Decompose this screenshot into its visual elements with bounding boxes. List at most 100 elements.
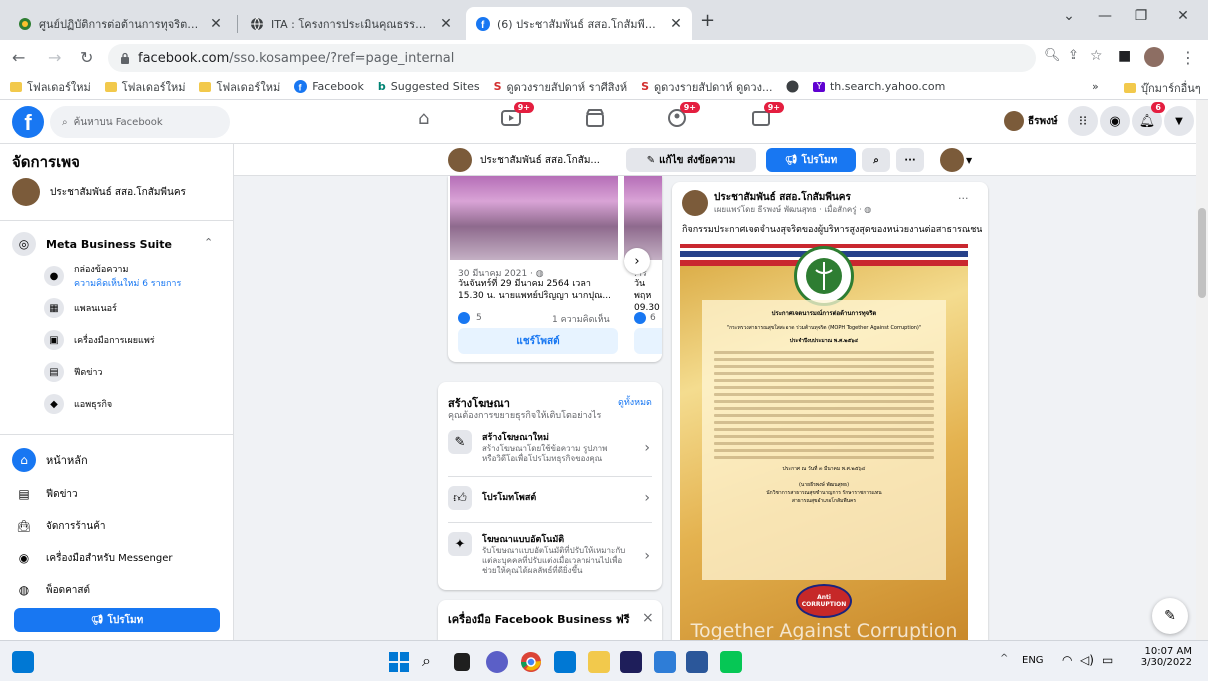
- page-search-button[interactable]: ⌕: [862, 148, 890, 172]
- url-input[interactable]: facebook.com/sso.kosampee/?ref=page_inte…: [108, 44, 1036, 72]
- zoom-icon[interactable]: 🔍︎: [1044, 48, 1061, 63]
- chevron-up-icon[interactable]: ⌃: [204, 236, 213, 249]
- back-arrow-icon[interactable]: ←: [12, 48, 25, 67]
- window-close-icon[interactable]: ✕: [1168, 8, 1198, 24]
- boost-post-item[interactable]: 👍︎ โปรโมทโพสต์: [448, 486, 656, 510]
- facebook-logo-icon[interactable]: f: [12, 106, 44, 138]
- bookmark-star-icon[interactable]: ☆: [1090, 48, 1103, 64]
- photo-post-card[interactable]: 30 มีนาคม 2021 · ◍ วันจันทร์ที่ 29 มีนาค…: [448, 176, 662, 362]
- close-icon[interactable]: ✕: [438, 16, 454, 32]
- sidebar-item-podcasts[interactable]: ◍ พ็อดคาสต์: [12, 578, 90, 602]
- watch-icon[interactable]: 9+: [500, 102, 534, 136]
- line-app-icon[interactable]: [720, 651, 742, 673]
- share-icon[interactable]: ⇪: [1068, 48, 1079, 63]
- restore-icon[interactable]: ❐: [1126, 8, 1156, 24]
- profile-avatar[interactable]: [1144, 47, 1164, 67]
- notepad-icon[interactable]: [654, 651, 676, 673]
- sidebar-promote-button[interactable]: 📢︎ โปรโมท: [14, 608, 220, 632]
- volume-icon[interactable]: ◁): [1080, 653, 1094, 667]
- messenger-icon[interactable]: ◉: [1100, 106, 1130, 136]
- browser-tab-2[interactable]: ITA : โครงการประเมินคุณธรรมและความ ✕: [240, 7, 462, 40]
- new-tab-button[interactable]: +: [700, 10, 715, 31]
- page-scrollbar[interactable]: [1196, 100, 1208, 640]
- menu-grid-icon[interactable]: ⁝⁝: [1068, 106, 1098, 136]
- bookmark-horoscope-1[interactable]: S ดูดวงรายสัปดาห์ ราศีสิงห์: [494, 78, 627, 96]
- notifications-bell-icon[interactable]: 🔔︎ 6: [1132, 102, 1165, 136]
- scrollbar-thumb[interactable]: [1198, 208, 1206, 298]
- battery-icon[interactable]: ▭: [1102, 653, 1113, 667]
- announcement-image[interactable]: ประกาศเจตนารมณ์การต่อต้านการทุจริต "กระท…: [680, 244, 968, 640]
- new-message-compose-icon[interactable]: ✎: [1152, 598, 1188, 634]
- close-icon[interactable]: ✕: [668, 16, 684, 32]
- marketplace-icon[interactable]: [584, 108, 614, 136]
- facebook-search-input[interactable]: ⌕ ค้นหาบน Facebook: [50, 106, 230, 138]
- gaming-icon[interactable]: 9+: [750, 102, 784, 136]
- tray-overflow-icon[interactable]: ^: [1000, 653, 1008, 664]
- search-icon[interactable]: ⌕: [422, 651, 444, 673]
- sidebar-item-business-apps[interactable]: ◆ แอพธุรกิจ: [44, 394, 112, 414]
- kebab-menu-icon[interactable]: ⋮: [1180, 48, 1196, 67]
- see-all-link[interactable]: ดูทั้งหมด: [618, 395, 652, 409]
- wifi-icon[interactable]: ◠: [1062, 653, 1072, 667]
- sidebar-item-planner[interactable]: ▦ แพลนเนอร์: [44, 298, 117, 318]
- sidebar-item-feed[interactable]: ▤ ฟีดข่าว: [12, 482, 77, 506]
- bookmark-suggested-sites[interactable]: b Suggested Sites: [378, 80, 480, 93]
- groups-icon[interactable]: 9+: [666, 102, 700, 136]
- task-view-icon[interactable]: [454, 653, 470, 671]
- sidebar-item-meta-business-suite[interactable]: ◎ Meta Business Suite: [12, 232, 172, 256]
- switch-profile-button[interactable]: ▼: [940, 148, 972, 172]
- close-icon[interactable]: ✕: [208, 16, 224, 32]
- bookmarks-overflow-button[interactable]: »: [1092, 80, 1099, 93]
- browser-tab-1[interactable]: ศูนย์ปฏิบัติการต่อต้านการทุจริต กระทรวง …: [8, 7, 232, 40]
- sidebar-item-publishing-tools[interactable]: ▣ เครื่องมือการเผยแพร่: [44, 330, 155, 350]
- mail-icon[interactable]: [554, 651, 576, 673]
- word-icon[interactable]: [686, 651, 708, 673]
- carousel-next-arrow-icon[interactable]: ›: [624, 248, 650, 274]
- bookmark-folder-3[interactable]: โฟลเดอร์ใหม่: [199, 78, 280, 96]
- reaction-count[interactable]: 5: [458, 312, 482, 324]
- sidebar-item-home[interactable]: ⌂ หน้าหลัก: [12, 448, 88, 472]
- automated-ads-item[interactable]: ✦ โฆษณาแบบอัตโนมัติ รับโฆษณาแบบอัตโนมัติท…: [448, 532, 656, 576]
- sidebar-item-shop[interactable]: 👜︎ จัดการร้านค้า: [12, 514, 105, 538]
- sidebar-page-link[interactable]: ประชาสัมพันธ์ สสอ.โกสัมพีนคร: [12, 178, 186, 206]
- tab-search-chevron-icon[interactable]: ⌄: [1054, 8, 1084, 24]
- other-bookmarks[interactable]: บุ๊กมาร์กอื่นๆ: [1124, 79, 1201, 97]
- page-identity[interactable]: ประชาสัมพันธ์ สสอ.โกสัม...: [448, 148, 600, 172]
- minimize-icon[interactable]: —: [1090, 8, 1120, 24]
- forward-arrow-icon[interactable]: →: [48, 48, 61, 67]
- bookmark-yahoo[interactable]: Yth.search.yahoo.com: [813, 80, 945, 93]
- account-chevron-icon[interactable]: ▼: [1164, 106, 1194, 136]
- bookmark-facebook[interactable]: f Facebook: [294, 80, 364, 93]
- file-explorer-icon[interactable]: [588, 651, 610, 673]
- reload-icon[interactable]: ↻: [80, 48, 93, 67]
- profile-shortcut[interactable]: ธีรพงษ์: [1004, 111, 1058, 131]
- sidebar-item-messenger-tools[interactable]: ◉ เครื่องมือสำหรับ Messenger: [12, 546, 173, 570]
- bookmark-folder-2[interactable]: โฟลเดอร์ใหม่: [104, 78, 185, 96]
- chrome-icon[interactable]: [520, 651, 542, 673]
- more-options-button[interactable]: ···: [896, 148, 924, 172]
- sidebar-item-news-feed[interactable]: ▤ ฟีดข่าว: [44, 362, 102, 382]
- widgets-icon[interactable]: [12, 651, 34, 673]
- browser-tab-3-active[interactable]: f (6) ประชาสัมพันธ์ สสอ.โกสัมพีนคร | F ✕: [466, 7, 692, 40]
- sidepanel-icon[interactable]: ■: [1118, 48, 1131, 64]
- app-icon[interactable]: [620, 651, 642, 673]
- create-new-ad-item[interactable]: ✎ สร้างโฆษณาใหม่ สร้างโฆษณาโดยใช้ข้อความ …: [448, 430, 656, 464]
- post-options-button[interactable]: ···: [958, 192, 969, 205]
- share-post-button[interactable]: แชร์โพสต์: [458, 328, 618, 354]
- peek-share-button[interactable]: [634, 328, 662, 354]
- bookmark-globe[interactable]: [786, 80, 799, 93]
- input-language[interactable]: ENG: [1022, 655, 1044, 666]
- close-icon[interactable]: ×: [642, 610, 654, 626]
- bookmarks-bar: โฟลเดอร์ใหม่ โฟลเดอร์ใหม่ โฟลเดอร์ใหม่ f…: [0, 74, 1208, 100]
- bookmark-folder-1[interactable]: โฟลเดอร์ใหม่: [10, 78, 91, 96]
- sidebar-item-inbox[interactable]: ● กล่องข้อความ ความคิดเห็นใหม่ 6 รายการ: [44, 262, 181, 290]
- page-avatar[interactable]: [682, 190, 708, 216]
- topbar-promote-button[interactable]: 📢︎ โปรโมท: [766, 148, 856, 172]
- edit-send-message-button[interactable]: ✎ แก้ไข ส่งข้อความ: [626, 148, 756, 172]
- teams-chat-icon[interactable]: [486, 651, 508, 673]
- clock[interactable]: 10:07 AM 3/30/2022: [1132, 646, 1192, 668]
- comment-count[interactable]: 1 ความคิดเห็น: [552, 312, 610, 326]
- windows-start-icon[interactable]: [388, 651, 410, 673]
- bookmark-horoscope-2[interactable]: S ดูดวงรายสัปดาห์ ดูดวง...: [641, 78, 772, 96]
- home-icon[interactable]: ⌂: [418, 108, 448, 136]
